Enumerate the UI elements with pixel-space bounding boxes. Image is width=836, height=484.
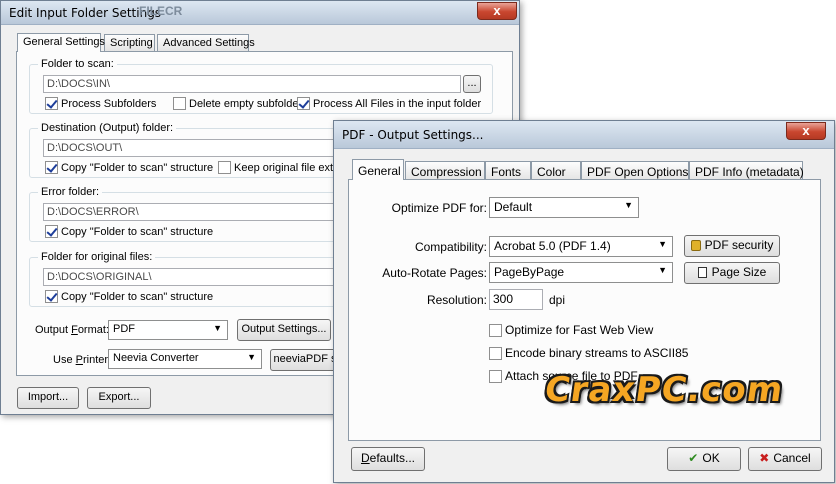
destination-copy-check-icon[interactable]	[45, 161, 58, 174]
original-copy-structure-checkbox[interactable]: Copy "Folder to scan" structure	[45, 290, 213, 303]
tab-scripting[interactable]: Scripting	[104, 34, 155, 51]
keep-extension-check-icon[interactable]	[218, 161, 231, 174]
original-files-label: Folder for original files:	[38, 251, 156, 263]
output-settings-button[interactable]: Output Settings...	[237, 319, 331, 341]
craxpc-watermark: CraxPC.com	[542, 370, 787, 410]
defaults-button[interactable]: Defaults...	[351, 447, 425, 471]
process-subfolders-check-icon[interactable]	[45, 97, 58, 110]
chevron-down-icon: ▼	[213, 323, 222, 333]
error-copy-check-icon[interactable]	[45, 225, 58, 238]
attach-source-check-icon[interactable]	[489, 370, 502, 383]
error-copy-structure-checkbox[interactable]: Copy "Folder to scan" structure	[45, 225, 213, 238]
tab-color[interactable]: Color	[531, 161, 581, 180]
pdf-output-settings-window: PDF - Output Settings... x General Compr…	[333, 120, 835, 483]
resolution-unit: dpi	[549, 293, 566, 307]
export-button[interactable]: Export...	[87, 387, 151, 409]
tab-compression[interactable]: Compression	[405, 161, 485, 180]
tab-general-settings[interactable]: General Settings	[17, 33, 105, 52]
filecr-watermark: FILECR	[139, 4, 183, 18]
pdf-window-close-button[interactable]: x	[786, 122, 826, 140]
process-subfolders-checkbox[interactable]: Process Subfolders	[45, 97, 156, 110]
cancel-button[interactable]: ✖ Cancel	[748, 447, 822, 471]
delete-empty-check-icon[interactable]	[173, 97, 186, 110]
error-folder-label: Error folder:	[38, 186, 103, 198]
cancel-x-icon: ✖	[759, 451, 770, 465]
resolution-input[interactable]: 300	[489, 289, 543, 310]
chevron-down-icon: ▼	[658, 265, 667, 275]
output-format-select[interactable]: PDF ▼	[108, 320, 228, 340]
ascii85-checkbox[interactable]: Encode binary streams to ASCII85	[489, 346, 688, 360]
page-icon	[697, 267, 707, 278]
compatibility-select[interactable]: Acrobat 5.0 (PDF 1.4) ▼	[489, 236, 673, 257]
tab-pdf-open-options[interactable]: PDF Open Options	[581, 161, 689, 180]
page-size-button[interactable]: Page Size	[684, 262, 780, 284]
folder-to-scan-label: Folder to scan:	[38, 58, 117, 70]
folder-to-scan-input[interactable]: D:\DOCS\IN\	[43, 75, 461, 93]
ascii85-check-icon[interactable]	[489, 347, 502, 360]
compatibility-label: Compatibility:	[414, 240, 487, 254]
delete-empty-subfolders-checkbox[interactable]: Delete empty subfolders	[173, 97, 308, 110]
lock-icon	[690, 240, 701, 251]
use-printer-label: Use Printer:	[53, 354, 112, 366]
input-window-titlebar[interactable]: Edit Input Folder Settings FILECR x	[1, 1, 519, 25]
ok-button[interactable]: ✔ OK	[667, 447, 741, 471]
printer-select[interactable]: Neevia Converter ▼	[108, 349, 262, 369]
original-copy-check-icon[interactable]	[45, 290, 58, 303]
tab-pdf-info[interactable]: PDF Info (metadata)	[689, 161, 804, 180]
resolution-label: Resolution:	[426, 293, 487, 307]
tab-general[interactable]: General	[352, 159, 404, 180]
auto-rotate-select[interactable]: PageByPage ▼	[489, 262, 673, 283]
tab-fonts[interactable]: Fonts	[485, 161, 531, 180]
optimize-select[interactable]: Default ▼	[489, 197, 639, 218]
tab-advanced-settings[interactable]: Advanced Settings	[157, 34, 255, 51]
fast-web-view-checkbox[interactable]: Optimize for Fast Web View	[489, 323, 653, 337]
destination-copy-structure-checkbox[interactable]: Copy "Folder to scan" structure	[45, 161, 213, 174]
import-button[interactable]: Import...	[17, 387, 79, 409]
chevron-down-icon: ▼	[658, 239, 667, 249]
process-all-files-checkbox[interactable]: Process All Files in the input folder	[297, 97, 481, 110]
destination-folder-label: Destination (Output) folder:	[38, 122, 177, 134]
input-window-close-button[interactable]: x	[477, 2, 517, 20]
auto-rotate-label: Auto-Rotate Pages:	[382, 266, 487, 280]
output-format-label: Output Format:	[35, 324, 109, 336]
neevia-pdf-settings-button[interactable]: neeviaPDF s	[270, 349, 340, 371]
browse-button[interactable]: ...	[463, 75, 481, 93]
pdf-security-button[interactable]: PDF security	[684, 235, 780, 257]
chevron-down-icon: ▼	[247, 352, 256, 362]
checkmark-icon: ✔	[688, 451, 699, 465]
process-all-check-icon[interactable]	[297, 97, 310, 110]
pdf-window-title: PDF - Output Settings...	[342, 128, 484, 142]
fast-web-check-icon[interactable]	[489, 324, 502, 337]
chevron-down-icon: ▼	[624, 200, 633, 210]
optimize-label: Optimize PDF for:	[391, 201, 487, 215]
pdf-window-titlebar[interactable]: PDF - Output Settings... x	[334, 121, 834, 149]
